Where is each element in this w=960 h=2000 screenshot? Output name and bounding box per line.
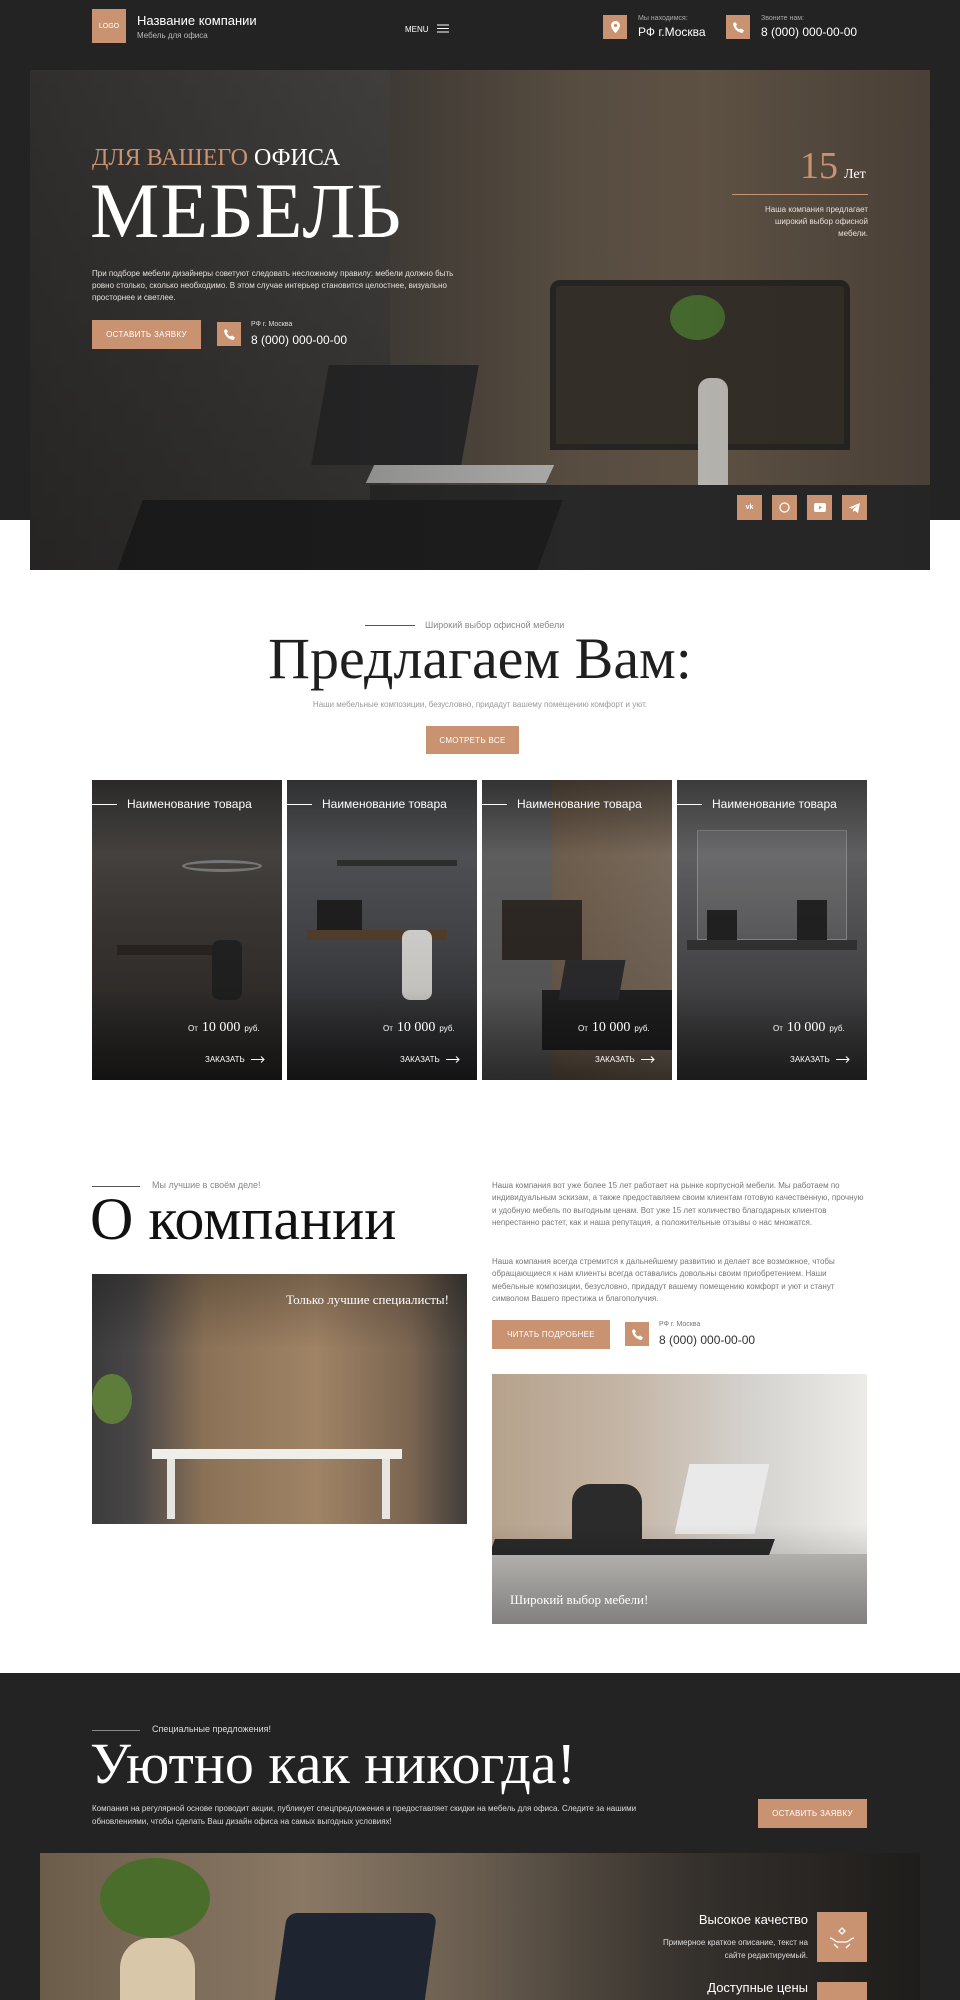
special-cta-button[interactable]: ОСТАВИТЬ ЗАЯВКУ [758,1799,867,1828]
hero-text: При подборе мебели дизайнеры советуют сл… [92,269,454,302]
quality-hands-icon [817,1912,867,1962]
phone-icon [726,15,750,39]
hero-contact-phone[interactable]: 8 (000) 000-00-00 [251,333,347,347]
order-link[interactable]: ЗАКАЗАТЬ [595,1050,655,1068]
product-name: Наименование товара [517,797,642,811]
company-name: Название компании [137,13,257,28]
offer-title: Предлагаем Вам: [268,626,692,691]
product-card[interactable]: Наименование товара От 10 000 руб. ЗАКАЗАТ… [482,780,672,1080]
about-image-specialists: Только лучшие специалисты! [92,1274,467,1524]
about-contact-label: РФ г. Москва [659,1321,701,1328]
specialists-caption: Только лучшие специалисты! [286,1292,449,1307]
about-text-2: Наша компания всегда стремится к дальней… [492,1257,835,1304]
telegram-icon[interactable] [842,495,867,520]
years-counter: 15 Лет [800,144,866,188]
location-value: РФ г.Москва [638,25,706,39]
product-price: От 10 000 руб. [188,1020,260,1035]
whatsapp-icon[interactable] [772,495,797,520]
years-text: Наша компания предлагает широкий выбор о… [765,205,868,238]
about-title: О компании [90,1186,397,1252]
about-text-1: Наша компания вот уже более 15 лет работ… [492,1181,864,1228]
order-link[interactable]: ЗАКАЗАТЬ [400,1050,460,1068]
hamburger-icon [436,20,449,38]
arrow-right-icon [250,1050,265,1068]
product-name: Наименование товара [127,797,252,811]
about-phone-icon [625,1322,649,1346]
hero-cta-button[interactable]: ОСТАВИТЬ ЗАЯВКУ [92,320,201,349]
product-name-line [92,804,117,805]
see-all-button[interactable]: СМОТРЕТЬ ВСЕ [426,726,519,754]
hero-contact-label: РФ г. Москва [251,321,293,328]
logo[interactable]: LOGO [92,9,126,43]
phone-label: Звоните нам: [761,15,805,22]
product-name-line [677,804,702,805]
read-more-button[interactable]: ЧИТАТЬ ПОДРОБНЕЕ [492,1320,610,1349]
product-card[interactable]: Наименование товара От 10 000 руб. ЗАКАЗАТ… [92,780,282,1080]
product-card[interactable]: Наименование товара От 10 000 руб. ЗАКАЗАТ… [287,780,477,1080]
about-contact-phone[interactable]: 8 (000) 000-00-00 [659,1333,755,1347]
hero-title: МЕБЕЛЬ [90,167,403,254]
arrow-right-icon [835,1050,850,1068]
order-link[interactable]: ЗАКАЗАТЬ [205,1050,265,1068]
youtube-icon[interactable] [807,495,832,520]
about-image-furniture: Широкий выбор мебели! [492,1374,867,1624]
menu-label: MENU [405,24,429,34]
special-title: Уютно как никогда! [90,1731,576,1796]
product-name-line [287,804,312,805]
hero-phone-icon [217,322,241,346]
product-price: От 10 000 руб. [578,1020,650,1035]
product-card[interactable]: Наименование товара От 10 000 руб. ЗАКАЗАТ… [677,780,867,1080]
years-divider [732,194,868,195]
location-icon [603,15,627,39]
arrow-right-icon [640,1050,655,1068]
header-phone[interactable]: 8 (000) 000-00-00 [761,25,857,39]
product-name: Наименование товара [712,797,837,811]
offer-subtitle: Наши мебельные композиции, безусловно, п… [312,700,648,709]
menu-button[interactable]: MENU [405,20,449,38]
years-word: Лет [844,167,866,182]
company-tagline: Мебель для офиса [137,31,208,40]
feature-quality-text: Примерное краткое описание, текст на сай… [662,1938,808,1960]
furniture-caption: Широкий выбор мебели! [510,1592,649,1607]
order-link[interactable]: ЗАКАЗАТЬ [790,1050,850,1068]
product-price: От 10 000 руб. [773,1020,845,1035]
location-label: Мы находимся: [638,15,688,22]
vk-icon[interactable]: vk [737,495,762,520]
product-price: От 10 000 руб. [383,1020,455,1035]
product-name: Наименование товара [322,797,447,811]
arrow-right-icon [445,1050,460,1068]
price-icon [817,1982,867,2000]
special-text: Компания на регулярной основе проводит а… [92,1804,637,1826]
product-name-line [482,804,507,805]
feature-price-title: Доступные цены [707,1980,808,1995]
feature-quality-title: Высокое качество [698,1912,808,1927]
years-number: 15 [800,145,838,187]
